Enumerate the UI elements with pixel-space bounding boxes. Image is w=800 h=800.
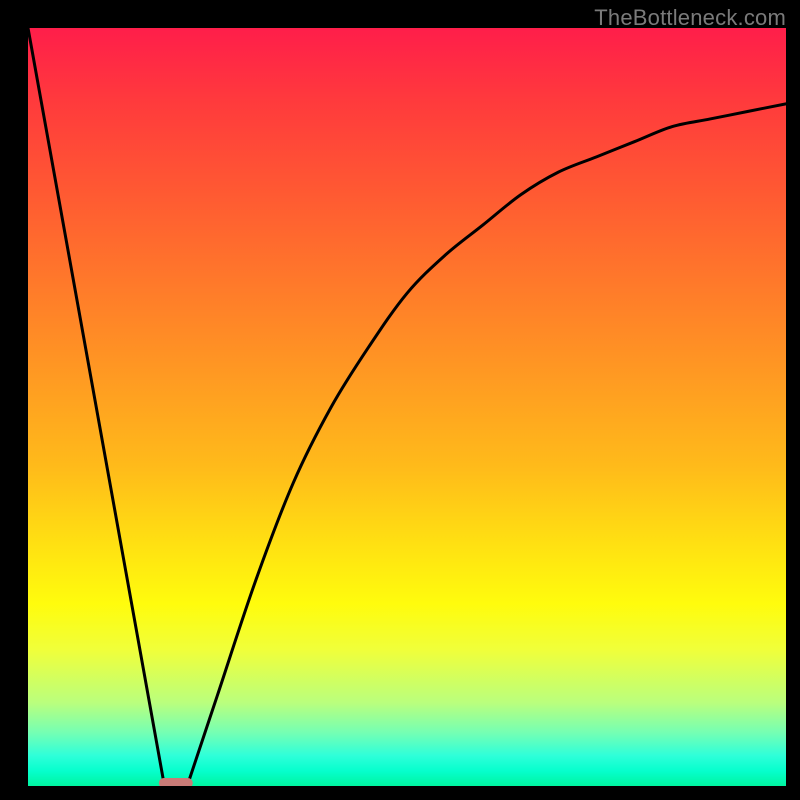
left-slope-path: [28, 28, 164, 786]
right-curve-path: [187, 104, 786, 786]
trough-marker: [159, 778, 193, 786]
plot-area: [28, 28, 786, 786]
chart-frame: TheBottleneck.com: [0, 0, 800, 800]
chart-svg: [28, 28, 786, 786]
